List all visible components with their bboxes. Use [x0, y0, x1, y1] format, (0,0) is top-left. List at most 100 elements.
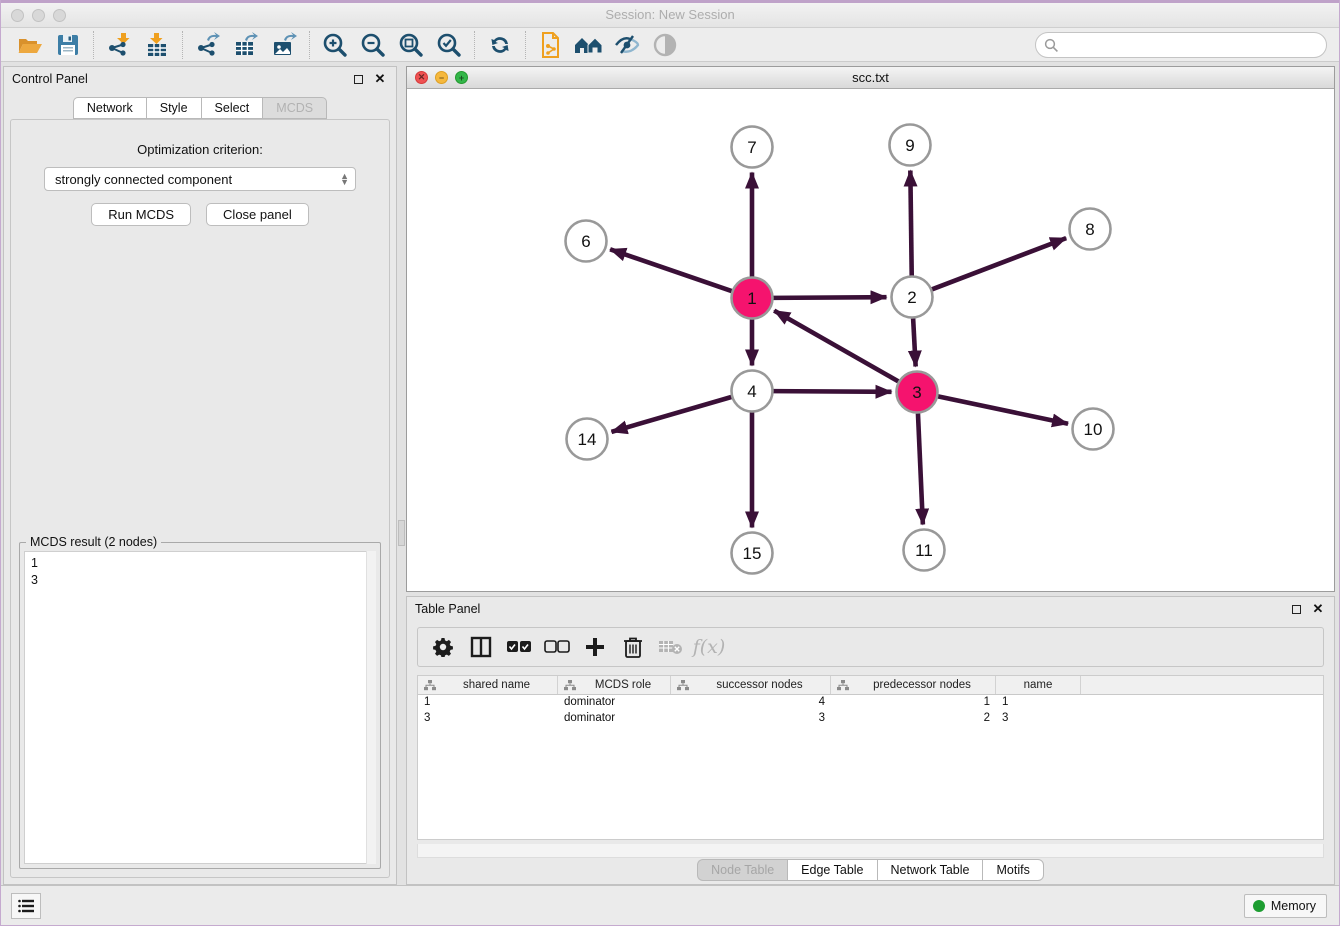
tab-select[interactable]: Select	[201, 97, 263, 119]
float-table-panel-button[interactable]	[1288, 601, 1304, 617]
show-networks-button[interactable]	[570, 30, 608, 60]
graph-node-14[interactable]: 14	[567, 419, 608, 460]
zoom-out-button[interactable]	[354, 30, 392, 60]
table-cell[interactable]: 3	[671, 711, 831, 727]
run-mcds-button[interactable]: Run MCDS	[91, 203, 191, 226]
graph-edge-2-8[interactable]	[932, 238, 1066, 289]
tab-motifs[interactable]: Motifs	[982, 859, 1043, 881]
table-cell[interactable]: 3	[418, 711, 558, 727]
node-table: shared nameMCDS rolesuccessor nodesprede…	[417, 675, 1324, 840]
delete-table-button[interactable]	[654, 631, 688, 663]
graph-node-7[interactable]: 7	[732, 127, 773, 168]
column-header-successor-nodes[interactable]: successor nodes	[671, 676, 831, 694]
result-scrollbar[interactable]	[366, 551, 376, 864]
network-window-titlebar[interactable]: ✕ − + scc.txt	[407, 67, 1334, 89]
mcds-result-text[interactable]: 1 3	[24, 551, 376, 864]
close-table-panel-button[interactable]: ✕	[1310, 601, 1326, 617]
toolbar-separator	[182, 31, 183, 59]
show-columns-button[interactable]	[464, 631, 498, 663]
table-cell[interactable]: 2	[831, 711, 996, 727]
hierarchy-icon	[837, 680, 849, 691]
homes-icon	[573, 33, 605, 57]
graph-node-4[interactable]: 4	[732, 371, 773, 412]
graph-node-6[interactable]: 6	[566, 221, 607, 262]
open-session-button[interactable]	[11, 30, 49, 60]
tab-node-table[interactable]: Node Table	[697, 859, 787, 881]
function-builder-button[interactable]: f(x)	[692, 631, 726, 663]
create-column-button[interactable]	[578, 631, 612, 663]
graph-edge-4-3[interactable]	[773, 391, 891, 392]
select-all-rows-button[interactable]	[502, 631, 536, 663]
tab-edge-table[interactable]: Edge Table	[787, 859, 876, 881]
memory-button[interactable]: Memory	[1244, 894, 1327, 918]
titlebar: Session: New Session	[1, 3, 1339, 28]
table-cell[interactable]: dominator	[558, 711, 671, 727]
graph-node-3[interactable]: 3	[897, 372, 938, 413]
column-header-predecessor-nodes[interactable]: predecessor nodes	[831, 676, 996, 694]
list-icon	[18, 899, 34, 913]
table-cell[interactable]: 4	[671, 695, 831, 711]
graph-node-8[interactable]: 8	[1070, 209, 1111, 250]
close-panel-button[interactable]: ✕	[372, 71, 388, 87]
graph-edge-1-6[interactable]	[610, 249, 732, 291]
table-header-row: shared nameMCDS rolesuccessor nodesprede…	[418, 676, 1323, 695]
delete-column-button[interactable]	[616, 631, 650, 663]
zoom-in-button[interactable]	[316, 30, 354, 60]
export-network-button[interactable]	[189, 30, 227, 60]
workspace: Control Panel ✕ NetworkStyleSelectMCDS O…	[1, 62, 1339, 885]
graph-edge-3-10[interactable]	[938, 396, 1068, 423]
float-panel-button[interactable]	[350, 71, 366, 87]
graph-node-15[interactable]: 15	[732, 533, 773, 574]
graph-edge-4-14[interactable]	[611, 397, 731, 432]
network-canvas[interactable]: 7 9 6 8 1 2 4 3 14 10 15 11	[407, 89, 1334, 591]
column-header-mcds-role[interactable]: MCDS role	[558, 676, 671, 694]
graph-node-9[interactable]: 9	[890, 125, 931, 166]
vertical-splitter-grip[interactable]	[398, 520, 405, 546]
svg-text:6: 6	[581, 232, 590, 251]
import-network-button[interactable]	[100, 30, 138, 60]
graph-node-11[interactable]: 11	[904, 530, 945, 571]
save-session-button[interactable]	[49, 30, 87, 60]
apply-layout-button[interactable]	[481, 30, 519, 60]
export-table-button[interactable]	[227, 30, 265, 60]
table-horizontal-scrollbar[interactable]	[417, 844, 1324, 858]
table-cell[interactable]: 3	[996, 711, 1081, 727]
deselect-all-rows-button[interactable]	[540, 631, 574, 663]
new-network-from-file-button[interactable]	[532, 30, 570, 60]
graph-edge-2-3[interactable]	[913, 318, 916, 366]
table-row[interactable]: 3dominator323	[418, 711, 1323, 727]
table-cell[interactable]: 1	[996, 695, 1081, 711]
export-image-button[interactable]	[265, 30, 303, 60]
table-cell[interactable]: 1	[831, 695, 996, 711]
table-panel-title: Table Panel	[415, 602, 480, 616]
criterion-select[interactable]: strongly connected component ▲▼	[44, 167, 356, 191]
graph-node-10[interactable]: 10	[1073, 409, 1114, 450]
hide-panel-button[interactable]	[646, 30, 684, 60]
table-cell[interactable]: dominator	[558, 695, 671, 711]
close-panel-button-inner[interactable]: Close panel	[206, 203, 309, 226]
column-header-name[interactable]: name	[996, 676, 1081, 694]
tab-mcds[interactable]: MCDS	[262, 97, 327, 119]
graph-edge-1-2[interactable]	[773, 297, 886, 298]
table-cell[interactable]: 1	[418, 695, 558, 711]
table-settings-button[interactable]	[426, 631, 460, 663]
task-history-button[interactable]	[11, 893, 41, 919]
search-input[interactable]	[1035, 32, 1327, 58]
graph-node-2[interactable]: 2	[892, 277, 933, 318]
column-header-shared-name[interactable]: shared name	[418, 676, 558, 694]
graph-edge-2-9[interactable]	[910, 170, 911, 275]
column-label: name	[996, 679, 1080, 691]
table-row[interactable]: 1dominator411	[418, 695, 1323, 711]
tab-style[interactable]: Style	[146, 97, 201, 119]
zoom-fit-button[interactable]	[392, 30, 430, 60]
graph-node-1[interactable]: 1	[732, 278, 773, 319]
import-table-button[interactable]	[138, 30, 176, 60]
graph-edge-3-11[interactable]	[918, 413, 923, 524]
show-style-button[interactable]	[608, 30, 646, 60]
tab-network-table[interactable]: Network Table	[877, 859, 983, 881]
svg-text:4: 4	[747, 382, 756, 401]
float-icon	[354, 75, 363, 84]
tab-network[interactable]: Network	[73, 97, 146, 119]
graph-edge-3-1[interactable]	[774, 311, 898, 382]
zoom-selected-button[interactable]	[430, 30, 468, 60]
